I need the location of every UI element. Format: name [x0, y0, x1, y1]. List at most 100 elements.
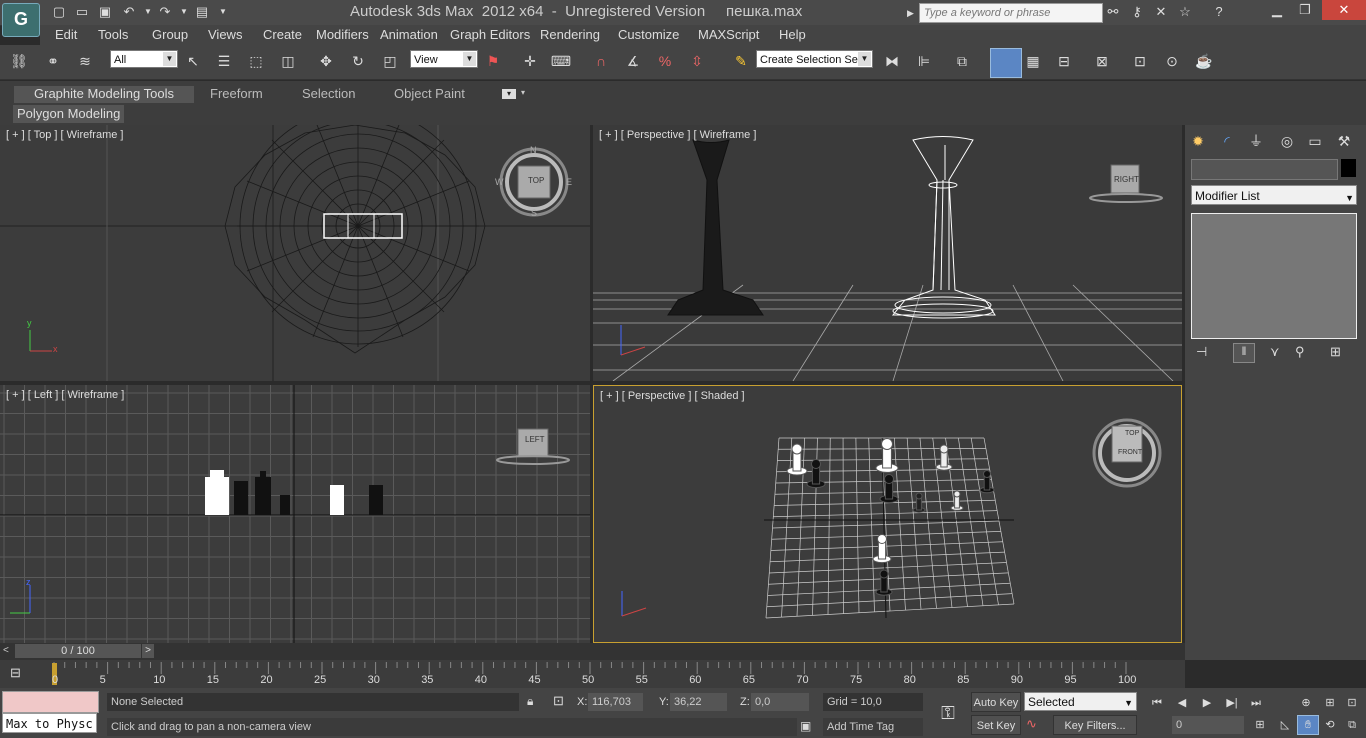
menu-animation[interactable]: Animation	[380, 27, 438, 42]
current-frame-field[interactable]: 0	[1172, 716, 1244, 734]
y-coordinate-field[interactable]: 36,22	[670, 693, 727, 711]
panel-polygon-modeling[interactable]: Polygon Modeling	[13, 105, 125, 123]
time-next-icon[interactable]: >	[142, 644, 154, 658]
z-coordinate-field[interactable]: 0,0	[751, 693, 809, 711]
new-file-icon[interactable]: ▢	[50, 3, 68, 21]
select-manipulate-icon[interactable]: ✛	[519, 50, 541, 72]
select-and-rotate-icon[interactable]: ↻	[347, 50, 369, 72]
infocenter-collapse-icon[interactable]: ▶	[907, 4, 917, 22]
project-folder-icon[interactable]: ▤	[193, 3, 211, 21]
quick-access-dropdown-icon[interactable]: ▼	[214, 3, 232, 21]
display-tab-icon[interactable]: ▭	[1304, 130, 1326, 152]
viewport-left-label[interactable]: [ + ] [ Left ] [ Wireframe ]	[6, 389, 124, 401]
undo-dropdown-icon[interactable]: ▼	[139, 3, 157, 21]
search-binoculars-icon[interactable]: ⚯	[1104, 3, 1122, 21]
selection-filter-dropdown[interactable]: All ▼	[110, 50, 178, 68]
save-file-icon[interactable]: ▣	[96, 3, 114, 21]
open-file-icon[interactable]: ▭	[73, 3, 91, 21]
ribbon-minimize-icon[interactable]: ▾	[521, 88, 525, 97]
viewport-perspective-shaded-label[interactable]: [ + ] [ Perspective ] [ Shaded ]	[600, 390, 745, 402]
menu-group[interactable]: Group	[152, 27, 188, 42]
undo-icon[interactable]: ↶	[120, 3, 138, 21]
zoom-icon[interactable]: ⊕	[1296, 694, 1316, 712]
time-slider-thumb[interactable]: 0 / 100	[15, 644, 141, 658]
configure-modifier-sets-icon[interactable]: ⊞	[1330, 344, 1341, 360]
auto-key-button[interactable]: Auto Key	[971, 692, 1021, 712]
tab-freeform[interactable]: Freeform	[210, 86, 263, 101]
modifier-stack-list[interactable]	[1191, 213, 1357, 339]
layer-manager-icon[interactable]: ⧉	[951, 50, 973, 72]
go-to-end-icon[interactable]: ⏭	[1246, 694, 1266, 712]
viewcube-top-face[interactable]: TOP	[528, 176, 544, 185]
minimize-icon[interactable]: ▁	[1262, 0, 1292, 20]
menu-modifiers[interactable]: Modifiers	[316, 27, 369, 42]
maximize-viewport-icon[interactable]: ⧉	[1342, 716, 1362, 734]
key-mode-dropdown[interactable]: Selected ▼	[1024, 692, 1137, 711]
redo-icon[interactable]: ↷	[156, 3, 174, 21]
motion-tab-icon[interactable]: ◎	[1276, 130, 1298, 152]
tab-graphite-modeling-tools[interactable]: Graphite Modeling Tools	[14, 86, 194, 103]
pivot-center-icon[interactable]: ⚑	[482, 50, 504, 72]
pin-stack-icon[interactable]: ⊣	[1196, 344, 1207, 360]
subscription-key-icon[interactable]: ⚷	[1128, 3, 1146, 21]
time-tag-icon[interactable]: ▣	[800, 719, 811, 733]
tab-object-paint[interactable]: Object Paint	[394, 86, 465, 101]
menu-views[interactable]: Views	[208, 27, 242, 42]
zoom-all-icon[interactable]: ⊞	[1320, 694, 1340, 712]
viewport-perspective-wireframe[interactable]: RIGHT [ + ] [ Perspective ] [ Wireframe …	[593, 125, 1182, 381]
object-name-field[interactable]	[1191, 159, 1338, 180]
menu-tools[interactable]: Tools	[98, 27, 128, 42]
set-key-button[interactable]: Set Key	[971, 715, 1021, 735]
menu-customize[interactable]: Customize	[618, 27, 679, 42]
window-crossing-icon[interactable]: ◫	[277, 50, 299, 72]
maxscript-listener-pink[interactable]	[2, 691, 99, 713]
close-icon[interactable]: ✕	[1322, 0, 1366, 20]
viewcube-left-face[interactable]: LEFT	[525, 435, 545, 444]
remove-modifier-icon[interactable]: ⚲	[1295, 344, 1305, 360]
orbit-icon[interactable]: ⟲	[1320, 716, 1340, 734]
play-icon[interactable]: ▶︎	[1197, 694, 1217, 712]
tab-selection[interactable]: Selection	[302, 86, 355, 101]
snaps-toggle-icon[interactable]: ∩	[590, 50, 612, 72]
percent-snap-icon[interactable]: %	[654, 50, 676, 72]
graphite-toggle-button[interactable]	[990, 48, 1022, 78]
keyboard-shortcut-override-icon[interactable]: ⌨	[550, 50, 572, 72]
render-setup-icon[interactable]: ⊡	[1129, 50, 1151, 72]
app-logo-button[interactable]: G	[2, 3, 40, 37]
pan-view-icon[interactable]: ✋︎	[1297, 715, 1319, 735]
rendered-frame-window-icon[interactable]: ⊙	[1161, 50, 1183, 72]
viewport-perspective-wireframe-label[interactable]: [ + ] [ Perspective ] [ Wireframe ]	[599, 129, 756, 141]
modifier-list-dropdown[interactable]: Modifier List ▼	[1191, 185, 1357, 205]
absolute-mode-transform-icon[interactable]: ⊡	[553, 693, 564, 709]
favorites-star-icon[interactable]: ☆	[1176, 3, 1194, 21]
spinner-snap-icon[interactable]: ⇳	[686, 50, 708, 72]
viewport-perspective-shaded[interactable]: TOP FRONT [ + ] [ Perspective ] [ Shaded…	[593, 385, 1182, 643]
time-configuration-icon[interactable]: ⊞	[1250, 716, 1270, 734]
menu-edit[interactable]: Edit	[55, 27, 77, 42]
schematic-view-icon[interactable]: ⊟	[1053, 50, 1075, 72]
key-tangent-icon[interactable]: ∿	[1026, 716, 1048, 734]
select-and-move-icon[interactable]: ✥	[315, 50, 337, 72]
ribbon-options-icon[interactable]: ▾	[502, 89, 516, 99]
maxscript-mini-listener[interactable]: Max to Physc	[2, 713, 97, 733]
redo-dropdown-icon[interactable]: ▼	[175, 3, 193, 21]
add-time-tag-button[interactable]: Add Time Tag	[823, 718, 923, 736]
viewcube-persp-front-face[interactable]: FRONT	[1118, 449, 1142, 456]
time-prev-icon[interactable]: <	[3, 645, 9, 656]
bind-space-warp-icon[interactable]: ≋	[74, 50, 96, 72]
next-frame-icon[interactable]: ▶|	[1222, 694, 1242, 712]
menu-rendering[interactable]: Rendering	[540, 27, 600, 42]
previous-frame-icon[interactable]: ◀︎	[1172, 694, 1192, 712]
menu-help[interactable]: Help	[779, 27, 806, 42]
search-input[interactable]: Type a keyword or phrase	[919, 3, 1103, 23]
selection-lock-icon[interactable]: 🔒︎	[527, 694, 533, 709]
field-of-view-icon[interactable]: ◺	[1275, 716, 1295, 734]
select-by-name-icon[interactable]: ☰	[213, 50, 235, 72]
angle-snap-icon[interactable]: ∡	[622, 50, 644, 72]
x-coordinate-field[interactable]: 116,703	[588, 693, 643, 711]
material-editor-icon[interactable]: ⊠	[1091, 50, 1113, 72]
select-and-scale-icon[interactable]: ◰	[379, 50, 401, 72]
mini-curve-editor-icon[interactable]: ⊟	[10, 665, 32, 683]
utilities-tab-icon[interactable]: ⚒	[1333, 130, 1355, 152]
modify-tab-icon[interactable]: ◜	[1216, 130, 1238, 152]
